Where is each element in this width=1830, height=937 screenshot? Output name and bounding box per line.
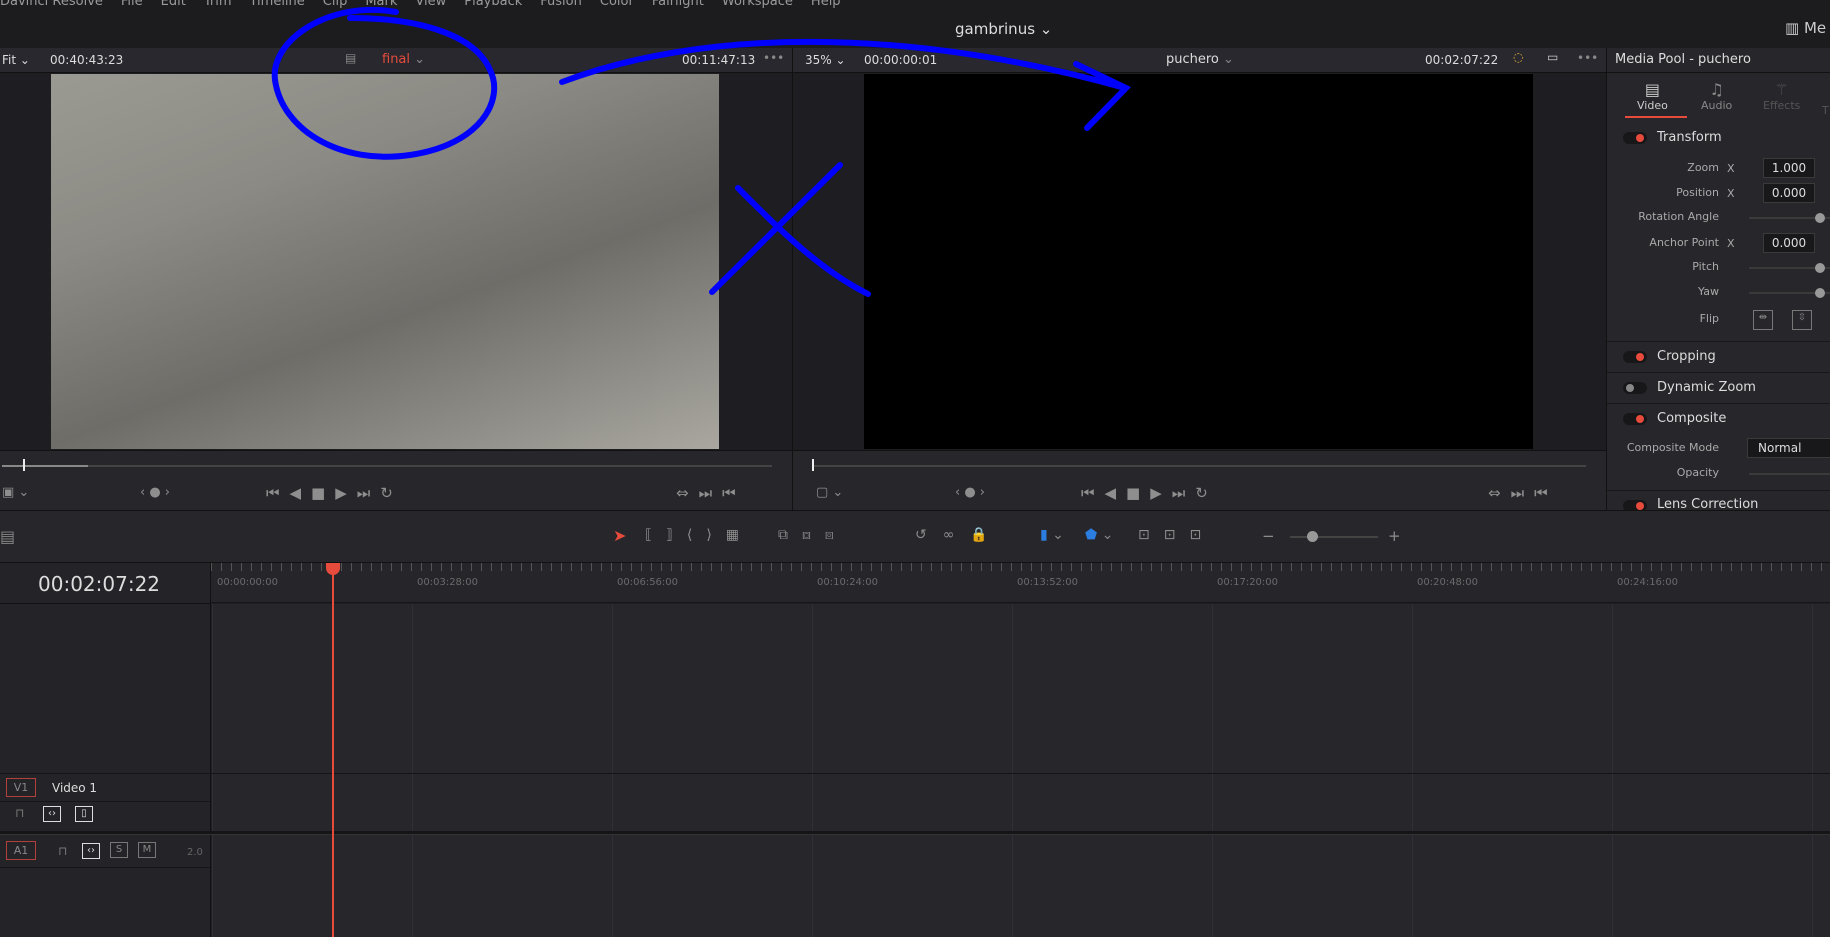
annotation-arrowhead [1073,61,1132,131]
annotation-ellipse [271,6,498,160]
annotation-overlay [271,6,1132,297]
annotation-arrow [559,38,1128,91]
